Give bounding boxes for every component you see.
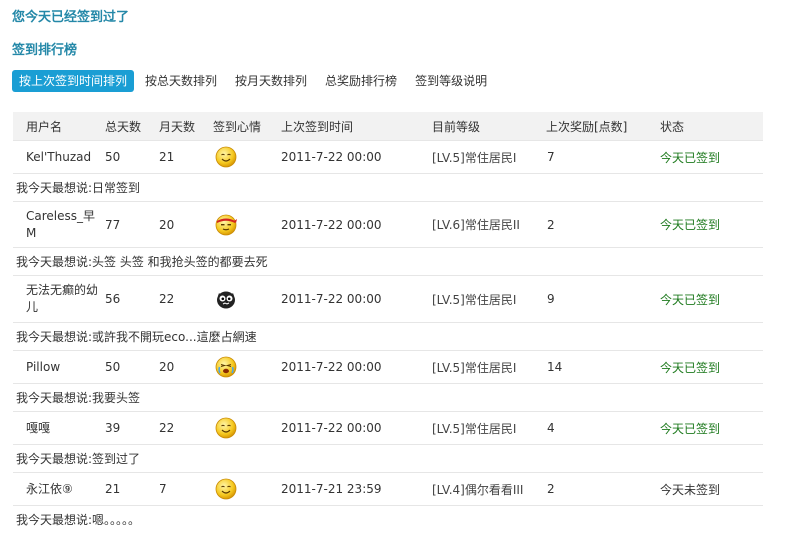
mood-cell <box>213 411 281 445</box>
total-days: 77 <box>105 201 159 248</box>
table-row: 嘎嘎 39 22 2011-7-22 00:00 [LV.5]常住居民I 4 今天已签到 <box>13 411 763 445</box>
total-days: 50 <box>105 140 159 174</box>
mood-cell <box>213 201 281 248</box>
tab-by-last-time[interactable]: 按上次签到时间排列 <box>12 69 135 92</box>
last-signin-time: 2011-7-22 00:00 <box>281 140 432 174</box>
last-reward: 9 <box>546 275 660 323</box>
col-username[interactable]: 用户名 <box>13 112 105 141</box>
last-signin-time: 2011-7-22 00:00 <box>281 350 432 384</box>
month-days: 20 <box>159 201 213 248</box>
current-level: [LV.5]常住居民I <box>432 275 546 323</box>
month-days: 22 <box>159 275 213 323</box>
tab-reward-ranking[interactable]: 总奖励排行榜 <box>318 70 404 92</box>
tab-by-total-days[interactable]: 按总天数排列 <box>138 70 224 92</box>
username-link[interactable]: 无法无癫的幼儿 <box>13 282 105 316</box>
table-row: Kel'Thuzad 50 21 2011-7-22 00:00 [LV.5]常住居民I… <box>13 140 763 174</box>
username-link[interactable]: Pillow <box>13 359 105 376</box>
mood-cell <box>213 350 281 384</box>
total-days: 50 <box>105 350 159 384</box>
list-item: 我今天最想说:或許我不開玩eco...這麼占網速 <box>13 322 763 351</box>
col-total-days[interactable]: 总天数 <box>105 112 159 141</box>
today-message: 我今天最想说:日常签到 <box>13 173 763 202</box>
last-reward: 7 <box>546 140 660 174</box>
signin-status: 今天已签到 <box>660 201 763 248</box>
col-month-days[interactable]: 月天数 <box>159 112 213 141</box>
list-item: 我今天最想说:嗯。。。。。 <box>13 505 763 533</box>
col-level: 目前等级 <box>432 112 546 141</box>
current-level: [LV.5]常住居民I <box>432 140 546 174</box>
mood-cell <box>213 275 281 323</box>
sort-tabs: 按上次签到时间排列 按总天数排列 按月天数排列 总奖励排行榜 签到等级说明 <box>12 69 498 92</box>
month-days: 20 <box>159 350 213 384</box>
month-days: 22 <box>159 411 213 445</box>
total-days: 39 <box>105 411 159 445</box>
last-signin-time: 2011-7-22 00:00 <box>281 275 432 323</box>
list-item: 我今天最想说:头签 头签 和我抢头签的都要去死 <box>13 247 763 276</box>
current-level: [LV.5]常住居民I <box>432 411 546 445</box>
list-item: 我今天最想说:我要头签 <box>13 383 763 412</box>
table-row: 无法无癫的幼儿 56 22 2011-7-22 00:00 [LV.5]常住居民I 9 今天… <box>13 275 763 323</box>
table-row: 永江依⑨ 21 7 2011-7-21 23:59 [LV.4]偶尔看看III 2 今天未签… <box>13 472 763 506</box>
current-level: [LV.5]常住居民I <box>432 350 546 384</box>
month-days: 7 <box>159 472 213 506</box>
today-message: 我今天最想说:头签 头签 和我抢头签的都要去死 <box>13 247 763 276</box>
list-item: 我今天最想说:签到过了 <box>13 444 763 473</box>
table-row: Careless_早M 77 20 2011-7-22 00:00 [LV.6]常住居民… <box>13 201 763 248</box>
last-reward: 14 <box>546 350 660 384</box>
total-days: 56 <box>105 275 159 323</box>
headband-face-icon <box>213 214 281 236</box>
table-row: Pillow 50 20 2011-7-22 00:00 [LV.5]常住居民I 14 今天… <box>13 350 763 384</box>
col-mood: 签到心情 <box>213 112 281 141</box>
col-status: 状态 <box>660 112 763 141</box>
mood-cell <box>213 140 281 174</box>
last-signin-time: 2011-7-21 23:59 <box>281 472 432 506</box>
list-item: 我今天最想说:日常签到 <box>13 173 763 202</box>
username-link[interactable]: 嘎嘎 <box>13 420 105 437</box>
username-link[interactable]: Kel'Thuzad <box>13 149 105 166</box>
table-header: 用户名 总天数 月天数 签到心情 上次签到时间 目前等级 上次奖励[点数] 状态 <box>13 112 763 141</box>
rank-title: 签到排行榜 <box>12 43 78 58</box>
signin-status: 今天已签到 <box>660 275 763 323</box>
last-signin-time: 2011-7-22 00:00 <box>281 201 432 248</box>
col-last-reward: 上次奖励[点数] <box>546 112 660 141</box>
signin-status: 今天已签到 <box>660 140 763 174</box>
today-message: 我今天最想说:签到过了 <box>13 444 763 473</box>
tab-by-month-days[interactable]: 按月天数排列 <box>228 70 314 92</box>
smile-face-icon <box>213 146 281 168</box>
tab-level-info[interactable]: 签到等级说明 <box>408 70 494 92</box>
signin-status: 今天未签到 <box>660 472 763 506</box>
rank-table: 用户名 总天数 月天数 签到心情 上次签到时间 目前等级 上次奖励[点数] 状态… <box>13 112 763 533</box>
today-message: 我今天最想说:嗯。。。。。 <box>13 505 763 533</box>
smile-face-icon <box>213 478 281 500</box>
last-signin-time: 2011-7-22 00:00 <box>281 411 432 445</box>
signin-status: 今天已签到 <box>660 411 763 445</box>
last-reward: 2 <box>546 472 660 506</box>
current-level: [LV.4]偶尔看看III <box>432 472 546 506</box>
today-message: 我今天最想说:我要头签 <box>13 383 763 412</box>
last-reward: 4 <box>546 411 660 445</box>
signed-notice: 您今天已经签到过了 <box>12 10 130 25</box>
signin-status: 今天已签到 <box>660 350 763 384</box>
today-message: 我今天最想说:或許我不開玩eco...這麼占網速 <box>13 322 763 351</box>
current-level: [LV.6]常住居民II <box>432 201 546 248</box>
username-link[interactable]: Careless_早M <box>13 208 105 242</box>
black-monster-face-icon <box>213 288 281 310</box>
col-last-time[interactable]: 上次签到时间 <box>281 112 432 141</box>
last-reward: 2 <box>546 201 660 248</box>
crying-face-icon <box>213 356 281 378</box>
month-days: 21 <box>159 140 213 174</box>
username-link[interactable]: 永江依⑨ <box>13 481 105 498</box>
smile-face-icon <box>213 417 281 439</box>
total-days: 21 <box>105 472 159 506</box>
mood-cell <box>213 472 281 506</box>
